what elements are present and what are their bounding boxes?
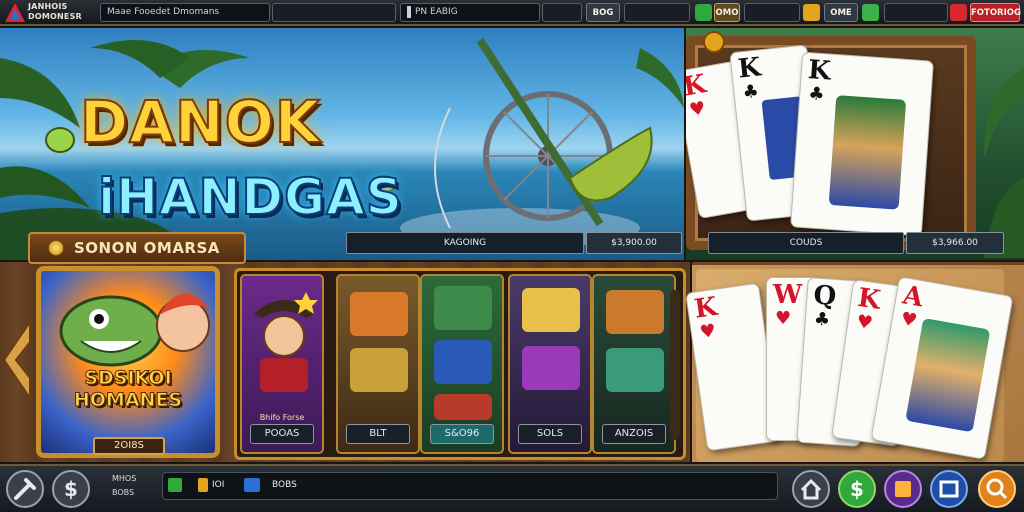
- mode-field[interactable]: PN EABIG: [400, 3, 540, 22]
- monster-art: [59, 293, 210, 367]
- reel-3[interactable]: S&O96: [420, 274, 504, 454]
- cards-promo-banner[interactable]: K ♥ K ♣ K ♣: [686, 28, 1024, 260]
- hero-symbol: [434, 286, 492, 330]
- hero-title-line2: iHANDGAS: [97, 167, 403, 227]
- gem-green-icon[interactable]: [862, 4, 879, 21]
- blank-field-2[interactable]: [624, 3, 690, 22]
- seafood-symbol: [350, 292, 408, 336]
- gem-balance-field: [884, 3, 948, 22]
- king-art: [828, 95, 907, 210]
- playing-card-king: K ♣: [790, 51, 934, 237]
- brand-name: JANHOIS DOMONESR: [28, 2, 82, 21]
- action-button[interactable]: FOTORIOG: [970, 3, 1021, 22]
- shop-icon[interactable]: [930, 470, 968, 508]
- cowboy-icon: [254, 292, 318, 392]
- featured-game-title: SDSIKOI HOMANES: [73, 367, 183, 412]
- reel-label[interactable]: SOLS: [518, 424, 582, 444]
- balance-field: [744, 3, 800, 22]
- home-icon[interactable]: [792, 470, 830, 508]
- queen-art: [905, 318, 991, 433]
- coin-icon: [48, 240, 64, 256]
- bottom-stat-1: IOI: [212, 480, 225, 490]
- currency-1-badge: OMO: [714, 3, 740, 22]
- featured-game-value: 2OI8S: [93, 437, 165, 455]
- svg-text:$: $: [64, 477, 78, 501]
- section-tag: SONON OMARSA: [28, 232, 246, 264]
- wizard-symbol: [434, 340, 492, 384]
- cards-table[interactable]: K ♥ W ♥ Q ♣ K ♥ A ♥: [685, 262, 1024, 462]
- blank-field[interactable]: [542, 3, 582, 22]
- coin-icon: [703, 31, 725, 53]
- reel-subtitle: Bhifo Forse: [259, 413, 305, 422]
- chips-icon: [168, 478, 182, 492]
- coin-gold-icon[interactable]: [803, 4, 820, 21]
- search-icon[interactable]: [978, 470, 1016, 508]
- svg-text:$: $: [850, 477, 864, 501]
- gem-icon: [244, 478, 260, 492]
- bell-icon[interactable]: [950, 4, 967, 21]
- filter-field[interactable]: [272, 3, 396, 22]
- events-icon[interactable]: [884, 470, 922, 508]
- reel-1[interactable]: Bhifo Forse POOAS: [240, 274, 324, 454]
- tools-icon[interactable]: [6, 470, 44, 508]
- fishing-hero-banner[interactable]: DANOK iHANDGAS: [0, 28, 684, 260]
- palm-leaves: [984, 68, 1024, 258]
- reel-label[interactable]: BLT: [346, 424, 410, 444]
- arrow-left-icon[interactable]: [0, 318, 34, 402]
- app-logo-icon[interactable]: [4, 2, 26, 24]
- reel-4[interactable]: SOLS: [508, 274, 592, 454]
- reel-5[interactable]: ANZOIS: [592, 274, 676, 454]
- top-bar: JANHOIS DOMONESR Maae Fooedet Dmomans PN…: [0, 0, 1024, 26]
- coin-icon: [198, 478, 208, 492]
- fish-symbol: [350, 348, 408, 392]
- food-symbol: [606, 348, 664, 392]
- hero-title-line1: DANOK: [79, 87, 321, 157]
- hero-value: $3,900.00: [586, 232, 682, 254]
- featured-game-tile[interactable]: SDSIKOI HOMANES 2OI8S: [36, 266, 220, 458]
- reel-label[interactable]: POOAS: [250, 424, 314, 444]
- cards-caption[interactable]: COUDS: [708, 232, 904, 254]
- currency-2-badge: OME: [824, 3, 858, 22]
- shrimp-symbol: [606, 290, 664, 334]
- divider: [407, 5, 411, 18]
- hero-caption[interactable]: KAGOING: [346, 232, 584, 254]
- bottom-stat-2: BOBS: [272, 480, 297, 490]
- reel-scrollbar[interactable]: [670, 290, 680, 440]
- bog-chip[interactable]: BOG: [586, 3, 620, 22]
- reel-label[interactable]: ANZOIS: [602, 424, 666, 444]
- reel-2[interactable]: BLT: [336, 274, 420, 454]
- cheese-symbol: [522, 288, 580, 332]
- search-input[interactable]: Maae Fooedet Dmomans: [100, 3, 270, 22]
- witch-symbol: [522, 346, 580, 390]
- reel-label[interactable]: S&O96: [430, 424, 494, 444]
- cards-value: $3,966.00: [906, 232, 1004, 254]
- coin-green-icon[interactable]: [695, 4, 712, 21]
- bottom-label-1: MHOS: [112, 474, 137, 483]
- bonus-symbol: [434, 394, 492, 420]
- gift-icon[interactable]: $: [838, 470, 876, 508]
- dollar-icon[interactable]: $: [52, 470, 90, 508]
- bottom-label-2: BOBS: [112, 488, 135, 497]
